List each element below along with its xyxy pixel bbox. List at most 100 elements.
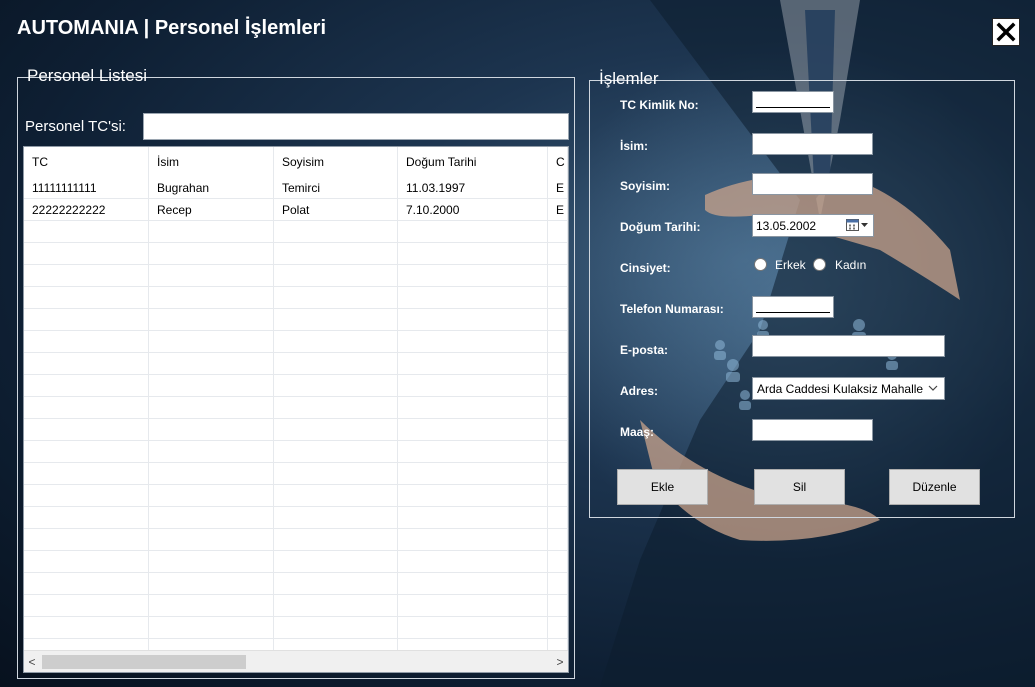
empty-cell — [24, 397, 149, 418]
erkek-radio[interactable] — [754, 258, 767, 271]
column-header-cinsiyet[interactable]: C — [548, 147, 568, 177]
grid-header: TC İsim Soyisim Doğum Tarihi C — [24, 147, 568, 177]
kadin-label[interactable]: Kadın — [835, 258, 866, 272]
personel-list-legend: Personel Listesi — [27, 66, 148, 85]
personel-grid[interactable]: TC İsim Soyisim Doğum Tarihi C 111111111… — [23, 146, 569, 673]
empty-cell — [548, 617, 568, 638]
column-header-tc[interactable]: TC — [24, 147, 149, 177]
empty-cell — [149, 419, 274, 440]
search-label: Personel TC'si: — [25, 118, 126, 135]
search-input[interactable] — [143, 113, 569, 140]
column-header-isim[interactable]: İsim — [149, 147, 274, 177]
isim-input[interactable] — [752, 133, 873, 155]
empty-table-row — [24, 441, 568, 463]
empty-cell — [398, 551, 548, 572]
empty-cell — [398, 397, 548, 418]
cell-soyisim: Polat — [274, 199, 398, 220]
calendar-dropdown-button[interactable] — [846, 218, 869, 231]
empty-cell — [548, 441, 568, 462]
scroll-track[interactable] — [40, 654, 552, 670]
telefon-input[interactable] — [752, 296, 834, 318]
maas-label: Maaş: — [620, 425, 655, 439]
empty-table-row — [24, 309, 568, 331]
empty-cell — [274, 463, 398, 484]
tc-label: TC Kimlik No: — [620, 98, 699, 112]
scroll-thumb[interactable] — [42, 654, 246, 669]
adres-select[interactable]: Arda Caddesi Kulaksiz Mahalle — [752, 377, 945, 400]
eposta-label: E-posta: — [620, 343, 668, 357]
empty-cell — [24, 595, 149, 616]
dogum-tarihi-picker[interactable]: 13.05.2002 — [752, 214, 874, 237]
kadin-radio[interactable] — [813, 258, 826, 271]
empty-cell — [24, 419, 149, 440]
table-row[interactable]: 22222222222 Recep Polat 7.10.2000 E — [24, 199, 568, 221]
empty-cell — [24, 243, 149, 264]
empty-cell — [24, 221, 149, 242]
horizontal-scrollbar[interactable]: < > — [24, 650, 568, 672]
empty-cell — [274, 221, 398, 242]
empty-cell — [398, 287, 548, 308]
cell-cinsiyet: E — [548, 199, 568, 220]
column-header-soyisim[interactable]: Soyisim — [274, 147, 398, 177]
empty-cell — [274, 551, 398, 572]
cinsiyet-label: Cinsiyet: — [620, 261, 671, 275]
empty-cell — [149, 529, 274, 550]
empty-cell — [24, 617, 149, 638]
chevron-down-icon — [928, 385, 938, 391]
empty-cell — [274, 287, 398, 308]
table-row[interactable]: 11111111111 Bugrahan Temirci 11.03.1997 … — [24, 177, 568, 199]
empty-cell — [398, 331, 548, 352]
empty-cell — [274, 397, 398, 418]
eposta-input[interactable] — [752, 335, 945, 357]
empty-cell — [24, 551, 149, 572]
empty-cell — [398, 463, 548, 484]
empty-cell — [149, 617, 274, 638]
sil-button[interactable]: Sil — [754, 469, 845, 505]
scroll-right-arrow[interactable]: > — [552, 655, 568, 669]
empty-cell — [149, 287, 274, 308]
empty-cell — [548, 287, 568, 308]
empty-cell — [548, 485, 568, 506]
empty-cell — [274, 419, 398, 440]
empty-cell — [398, 353, 548, 374]
empty-cell — [149, 507, 274, 528]
soyisim-input[interactable] — [752, 173, 873, 195]
empty-table-row — [24, 617, 568, 639]
empty-cell — [398, 441, 548, 462]
empty-cell — [24, 573, 149, 594]
erkek-label[interactable]: Erkek — [775, 258, 806, 272]
window-title: AUTOMANIA | Personel İşlemleri — [17, 17, 327, 39]
empty-cell — [548, 353, 568, 374]
cell-dogum-tarihi: 7.10.2000 — [398, 199, 548, 220]
empty-cell — [149, 375, 274, 396]
empty-cell — [274, 375, 398, 396]
empty-cell — [548, 573, 568, 594]
empty-cell — [274, 441, 398, 462]
empty-cell — [24, 265, 149, 286]
ekle-button[interactable]: Ekle — [617, 469, 708, 505]
empty-cell — [149, 331, 274, 352]
empty-cell — [24, 309, 149, 330]
empty-cell — [398, 507, 548, 528]
maas-input[interactable] — [752, 419, 873, 441]
adres-label: Adres: — [620, 384, 659, 398]
empty-cell — [24, 375, 149, 396]
cell-tc: 11111111111 — [24, 177, 149, 198]
empty-cell — [548, 397, 568, 418]
empty-cell — [548, 419, 568, 440]
islemler-legend: İşlemler — [599, 69, 659, 88]
empty-table-row — [24, 485, 568, 507]
cell-isim: Recep — [149, 199, 274, 220]
scroll-left-arrow[interactable]: < — [24, 655, 40, 669]
close-button[interactable] — [992, 18, 1020, 46]
cell-dogum-tarihi: 11.03.1997 — [398, 177, 548, 198]
empty-cell — [274, 507, 398, 528]
tc-input[interactable] — [752, 91, 834, 113]
empty-cell — [149, 441, 274, 462]
duzenle-button[interactable]: Düzenle — [889, 469, 980, 505]
empty-cell — [149, 573, 274, 594]
telefon-label: Telefon Numarası: — [620, 302, 724, 316]
column-header-dogum-tarihi[interactable]: Doğum Tarihi — [398, 147, 548, 177]
dogum-tarihi-value: 13.05.2002 — [756, 218, 817, 233]
adres-value: Arda Caddesi Kulaksiz Mahalle — [757, 381, 924, 396]
